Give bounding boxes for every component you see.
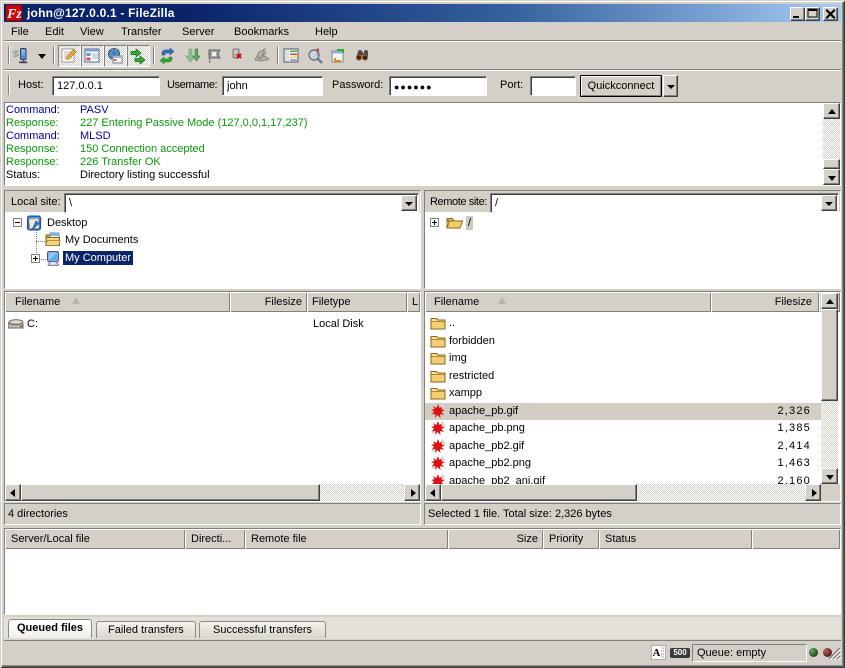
svg-text:Fz: Fz: [6, 7, 22, 21]
svg-text:A: A: [653, 647, 661, 659]
